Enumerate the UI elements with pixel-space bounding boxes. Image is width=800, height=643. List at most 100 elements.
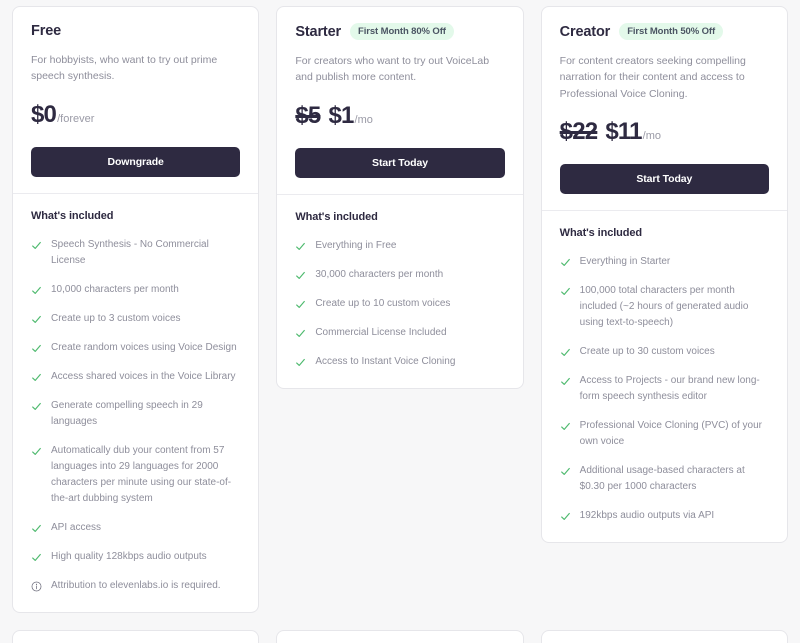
- plan-features-section: What's included Everything in Free 30,000 …: [277, 195, 522, 388]
- plan-description: For creators who want to try out VoiceLa…: [295, 55, 490, 84]
- check-icon: [31, 283, 42, 294]
- plan-card: Free For hobbyists, who want to try out p…: [12, 6, 260, 613]
- feature-label: Generate compelling speech in 29 languag…: [51, 399, 203, 427]
- feature-item: API access: [31, 520, 240, 536]
- feature-item: High quality 128kbps audio outputs: [31, 549, 240, 565]
- plan-price: $11: [605, 117, 642, 145]
- feature-item: Access shared voices in the Voice Librar…: [31, 369, 240, 385]
- feature-label: 10,000 characters per month: [51, 283, 179, 295]
- check-icon: [31, 312, 42, 323]
- check-icon: [31, 444, 42, 455]
- feature-label: Create up to 30 custom voices: [579, 345, 715, 357]
- plan-features-section: What's included Everything in Starter 100,…: [542, 211, 787, 542]
- feature-label: Commercial License Included: [315, 326, 447, 338]
- plan-card-header: Growing BusinessFor growing publishers a…: [277, 631, 522, 643]
- feature-label: Additional usage-based characters at $0.…: [579, 464, 745, 492]
- check-icon: [295, 239, 306, 250]
- check-icon: [560, 345, 571, 356]
- plan-price-row: $5 $1/mo: [295, 102, 504, 130]
- plan-cta-button[interactable]: Downgrade: [31, 146, 241, 177]
- plan-card: Starter First Month 80% Off For creators w…: [276, 6, 524, 389]
- plan-name: Starter: [295, 23, 342, 40]
- plan-card: Creator First Month 50% Off For content cr…: [540, 6, 788, 543]
- plan-title-row: Creator First Month 50% Off: [560, 23, 769, 40]
- feature-item: Attribution to elevenlabs.io is required…: [31, 578, 240, 594]
- plan-price-row: $22 $11/mo: [560, 118, 769, 146]
- plan-price: $0: [31, 100, 57, 128]
- plan-cta-button[interactable]: Start Today: [295, 147, 505, 178]
- check-icon: [31, 341, 42, 352]
- check-icon: [560, 255, 571, 266]
- check-icon: [295, 297, 306, 308]
- feature-label: 192kbps audio outputs via API: [579, 509, 715, 521]
- feature-item: Everything in Free: [295, 238, 504, 254]
- feature-item: 100,000 total characters per month inclu…: [560, 283, 769, 331]
- feature-label: API access: [51, 521, 102, 533]
- check-icon: [31, 521, 42, 532]
- feature-item: Professional Voice Cloning (PVC) of your…: [560, 418, 769, 450]
- features-heading: What's included: [31, 209, 114, 222]
- check-icon: [560, 464, 571, 475]
- feature-item: Automatically dub your content from 57 l…: [31, 443, 240, 507]
- plan-price-period: /mo: [642, 129, 661, 142]
- plan-card: Independent PublisherFor independent aut…: [12, 629, 260, 643]
- plan-card-header: Starter First Month 80% Off For creators w…: [277, 7, 522, 194]
- feature-item: Access to Instant Voice Cloning: [295, 354, 504, 370]
- plan-price-period: /forever: [57, 112, 95, 125]
- plan-cta-button[interactable]: Start Today: [559, 163, 769, 194]
- features-heading: What's included: [295, 210, 378, 223]
- feature-item: 30,000 characters per month: [295, 267, 504, 283]
- feature-item: Create random voices using Voice Design: [31, 340, 240, 356]
- check-icon: [560, 419, 571, 430]
- check-icon: [295, 268, 306, 279]
- feature-item: Generate compelling speech in 29 languag…: [31, 398, 240, 430]
- plan-description: For content creators seeking compelling …: [559, 55, 746, 100]
- plan-feature-list: Speech Synthesis - No Commercial License…: [31, 237, 240, 594]
- plan-name: Creator: [559, 23, 611, 40]
- feature-label: Create up to 10 custom voices: [315, 297, 451, 309]
- feature-label: High quality 128kbps audio outputs: [51, 550, 207, 562]
- check-icon: [560, 374, 571, 385]
- check-icon: [560, 509, 571, 520]
- feature-label: Access to Instant Voice Cloning: [315, 355, 456, 367]
- feature-item: Additional usage-based characters at $0.…: [560, 463, 769, 495]
- feature-item: Commercial License Included: [295, 325, 504, 341]
- plan-name: Free: [31, 23, 62, 39]
- pricing-plans-grid: Free For hobbyists, who want to try out p…: [0, 0, 800, 643]
- check-icon: [31, 550, 42, 561]
- feature-label: Professional Voice Cloning (PVC) of your…: [579, 419, 762, 447]
- check-icon: [31, 238, 42, 249]
- check-icon: [295, 326, 306, 337]
- plan-description: For hobbyists, who want to try out prime…: [31, 54, 218, 83]
- feature-item: 10,000 characters per month: [31, 282, 240, 298]
- check-icon: [560, 284, 571, 295]
- feature-label: Everything in Free: [315, 239, 397, 251]
- feature-item: 192kbps audio outputs via API: [560, 508, 769, 524]
- plan-card-header: Free For hobbyists, who want to try out p…: [13, 7, 258, 193]
- plan-card: EnterpriseFor businesses that require a …: [540, 629, 788, 643]
- check-icon: [295, 355, 306, 366]
- plan-title-row: Starter First Month 80% Off: [295, 23, 504, 40]
- plan-price-period: /mo: [354, 113, 373, 126]
- feature-item: Speech Synthesis - No Commercial License: [31, 237, 240, 269]
- feature-label: Access shared voices in the Voice Librar…: [51, 370, 236, 382]
- plan-card-header: Independent PublisherFor independent aut…: [13, 631, 258, 643]
- plan-price-row: $0/forever: [31, 101, 240, 129]
- discount-badge: First Month 80% Off: [350, 23, 454, 40]
- plan-card-header: EnterpriseFor businesses that require a …: [542, 631, 787, 643]
- feature-label: 30,000 characters per month: [315, 268, 444, 280]
- feature-item: Access to Projects - our brand new long-…: [560, 373, 769, 405]
- plan-price-original: $5: [295, 101, 321, 129]
- check-icon: [31, 370, 42, 381]
- plan-card: Growing BusinessFor growing publishers a…: [276, 629, 524, 643]
- feature-item: Create up to 10 custom voices: [295, 296, 504, 312]
- feature-label: Automatically dub your content from 57 l…: [51, 444, 232, 504]
- feature-item: Create up to 3 custom voices: [31, 311, 240, 327]
- plan-price-original: $22: [559, 117, 598, 145]
- feature-label: Speech Synthesis - No Commercial License: [51, 238, 209, 266]
- feature-label: Everything in Starter: [579, 255, 671, 267]
- feature-label: Create up to 3 custom voices: [51, 312, 181, 324]
- feature-item: Everything in Starter: [560, 254, 769, 270]
- discount-badge: First Month 50% Off: [619, 23, 724, 40]
- features-heading: What's included: [559, 226, 643, 239]
